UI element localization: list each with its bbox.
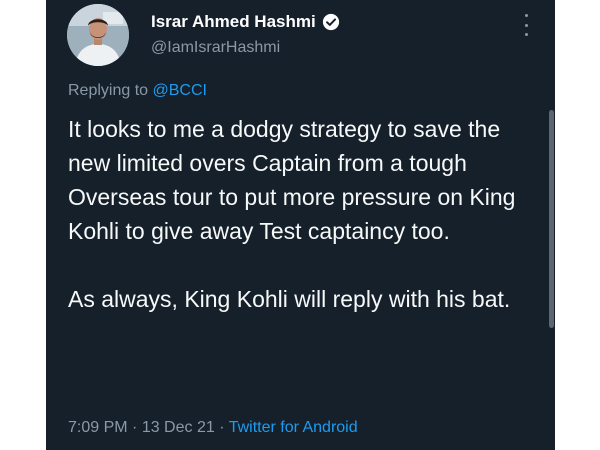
more-options-icon[interactable] xyxy=(520,14,532,36)
tweet-text: It looks to me a dodgy strategy to save … xyxy=(68,116,516,312)
reply-mention-link[interactable]: @BCCI xyxy=(153,82,207,99)
author-row: Israr Ahmed Hashmi xyxy=(151,11,340,33)
meta-separator: · xyxy=(127,419,142,436)
author-handle[interactable]: @IamIsrarHashmi xyxy=(151,39,280,57)
tweet-time[interactable]: 7:09 PM xyxy=(68,419,128,436)
meta-separator: · xyxy=(214,419,229,436)
author-display-name[interactable]: Israr Ahmed Hashmi xyxy=(151,12,316,32)
avatar[interactable] xyxy=(67,4,129,66)
verified-badge-icon xyxy=(322,13,339,31)
avatar-photo xyxy=(67,4,129,66)
scrollbar[interactable] xyxy=(549,110,554,328)
tweet-date[interactable]: 13 Dec 21 xyxy=(142,419,215,436)
tweet-source-link[interactable]: Twitter for Android xyxy=(229,419,358,436)
tweet-meta: 7:09 PM · 13 Dec 21 · Twitter for Androi… xyxy=(68,419,358,437)
replying-to-label: Replying to xyxy=(68,82,153,99)
replying-to: Replying to @BCCI xyxy=(68,82,207,100)
tweet-card: Israr Ahmed Hashmi @IamIsrarHashmi Reply… xyxy=(46,0,555,450)
